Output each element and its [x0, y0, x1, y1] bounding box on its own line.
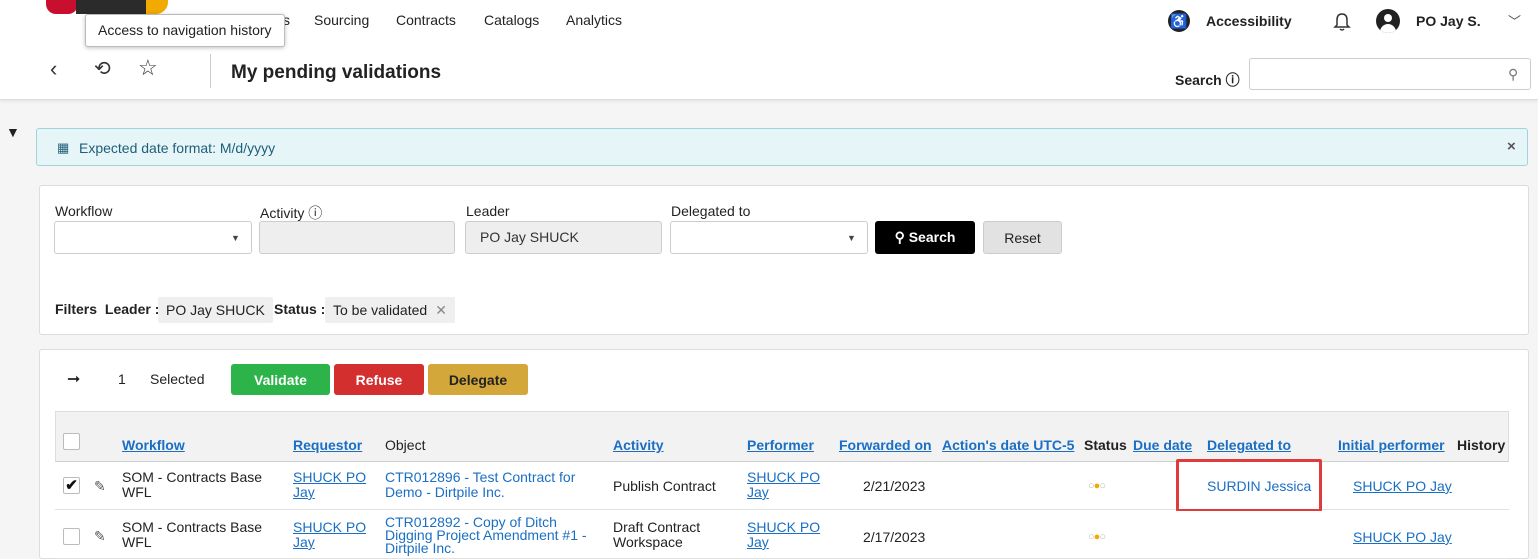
- search-button-label: Search: [908, 229, 956, 245]
- user-avatar-icon[interactable]: [1376, 9, 1400, 33]
- column-header-status: Status: [1084, 437, 1127, 453]
- search-label: Search ⓘ: [1175, 72, 1240, 88]
- row-performer[interactable]: SHUCK PO Jay: [747, 520, 820, 550]
- delegated-to-label: Delegated to: [671, 203, 751, 219]
- leader-label: Leader: [466, 203, 510, 219]
- close-icon[interactable]: ✕: [435, 302, 447, 318]
- active-filters: Filters Leader :: [55, 301, 159, 317]
- column-header-activity[interactable]: Activity: [613, 437, 664, 453]
- delegated-to-select[interactable]: [670, 221, 868, 254]
- bell-icon[interactable]: [1332, 11, 1352, 33]
- select-all-checkbox[interactable]: [63, 433, 80, 450]
- leader-filter-label: Leader :: [104, 301, 160, 317]
- history-icon[interactable]: ⟲: [94, 58, 111, 80]
- leader-filter-value: PO Jay SHUCK: [166, 302, 265, 318]
- selected-count: 1: [118, 371, 126, 387]
- close-icon[interactable]: ×: [1507, 138, 1516, 155]
- search-input[interactable]: [1249, 58, 1531, 90]
- edit-icon[interactable]: ✎: [94, 528, 106, 545]
- calendar-icon: ▦: [57, 140, 70, 155]
- chevron-down-icon[interactable]: ﹀: [1508, 11, 1521, 30]
- leader-field[interactable]: PO Jay SHUCK: [465, 221, 662, 254]
- search-button[interactable]: ⚲ Search: [875, 221, 975, 254]
- chevron-down-icon[interactable]: ▼: [847, 233, 856, 243]
- nav-item-analytics[interactable]: Analytics: [566, 12, 622, 28]
- chevron-left-icon[interactable]: ‹: [50, 58, 57, 80]
- arrow-right-icon[interactable]: ➞: [67, 369, 80, 389]
- row-activity: Draft Contract Workspace: [613, 519, 701, 550]
- row-checkbox[interactable]: [63, 528, 80, 545]
- row-workflow: SOM - Contracts Base WFL: [122, 519, 263, 550]
- header-divider: [210, 54, 211, 88]
- row-workflow: SOM - Contracts Base WFL: [122, 469, 263, 500]
- status-filter-chip: To be validated ✕: [325, 297, 455, 323]
- column-header-due-date[interactable]: Due date: [1133, 437, 1192, 453]
- column-header-delegated-to[interactable]: Delegated to: [1207, 437, 1291, 453]
- row-initial-performer[interactable]: SHUCK PO Jay: [1353, 479, 1452, 494]
- navigation-history-tooltip: Access to navigation history: [85, 14, 285, 47]
- edit-icon[interactable]: ✎: [94, 478, 106, 495]
- status-filter-value: To be validated: [333, 302, 428, 318]
- column-header-workflow[interactable]: Workflow: [122, 437, 185, 453]
- accessibility-link[interactable]: Accessibility: [1206, 13, 1292, 29]
- filter-icon[interactable]: ▼: [6, 124, 20, 140]
- row-forwarded-on: 2/17/2023: [863, 529, 926, 545]
- column-header-initial-performer[interactable]: Initial performer: [1338, 437, 1445, 453]
- row-object-link[interactable]: CTR012892 - Copy of Ditch Digging Project…: [385, 515, 587, 555]
- row-performer[interactable]: SHUCK PO Jay: [747, 470, 820, 500]
- row-checkbox[interactable]: ✔: [63, 477, 80, 494]
- column-header-requestor[interactable]: Requestor: [293, 437, 362, 453]
- nav-item-sourcing[interactable]: Sourcing: [314, 12, 369, 28]
- activity-label: Activity ⓘ: [260, 205, 323, 221]
- user-name[interactable]: PO Jay S.: [1416, 13, 1481, 29]
- status-indicator: ○●○: [1088, 531, 1106, 543]
- row-requestor[interactable]: SHUCK PO Jay: [293, 470, 366, 500]
- row-activity: Publish Contract: [613, 478, 716, 494]
- company-logo[interactable]: [46, 0, 168, 14]
- chevron-down-icon[interactable]: ▼: [231, 233, 240, 243]
- row-initial-performer[interactable]: SHUCK PO Jay: [1353, 530, 1452, 545]
- page-header: ‹ ⟲ ☆ My pending validations Search ⓘ ⚲: [0, 42, 1538, 100]
- column-header-history: History: [1457, 437, 1506, 453]
- nav-item-contracts[interactable]: Contracts: [396, 12, 456, 28]
- star-icon[interactable]: ☆: [138, 57, 158, 79]
- row-forwarded-on: 2/21/2023: [863, 478, 926, 494]
- workflow-select[interactable]: [54, 221, 252, 254]
- column-header-forwarded-on[interactable]: Forwarded on: [839, 437, 932, 453]
- reset-button[interactable]: Reset: [983, 221, 1062, 254]
- validate-button[interactable]: Validate: [231, 364, 330, 395]
- filters-label: Filters: [55, 301, 98, 317]
- refuse-button[interactable]: Refuse: [334, 364, 424, 395]
- leader-filter-chip: PO Jay SHUCK: [158, 297, 273, 323]
- highlight-box: [1176, 459, 1322, 512]
- column-header-actions-date[interactable]: Action's date UTC-5: [942, 437, 1074, 453]
- search-icon: ⚲: [894, 229, 909, 245]
- workflow-label: Workflow: [55, 203, 113, 219]
- date-format-info-banner: ▦ Expected date format: M/d/yyyy ×: [36, 128, 1528, 166]
- accessibility-icon[interactable]: ♿: [1168, 10, 1190, 32]
- row-requestor[interactable]: SHUCK PO Jay: [293, 520, 366, 550]
- selected-label: Selected: [150, 371, 205, 387]
- activity-field[interactable]: [259, 221, 455, 254]
- page-title: My pending validations: [231, 62, 442, 83]
- search-icon[interactable]: ⚲: [1508, 66, 1518, 83]
- status-indicator: ○●○: [1088, 480, 1106, 492]
- column-header-object: Object: [385, 437, 426, 453]
- nav-item-catalogs[interactable]: Catalogs: [484, 12, 539, 28]
- column-header-performer[interactable]: Performer: [747, 437, 814, 453]
- delegate-button[interactable]: Delegate: [428, 364, 528, 395]
- row-object-link[interactable]: CTR012896 - Test Contract for Demo - Dirt…: [385, 470, 575, 500]
- status-filter-label: Status :: [274, 301, 326, 317]
- info-banner-text: Expected date format: M/d/yyyy: [79, 140, 276, 156]
